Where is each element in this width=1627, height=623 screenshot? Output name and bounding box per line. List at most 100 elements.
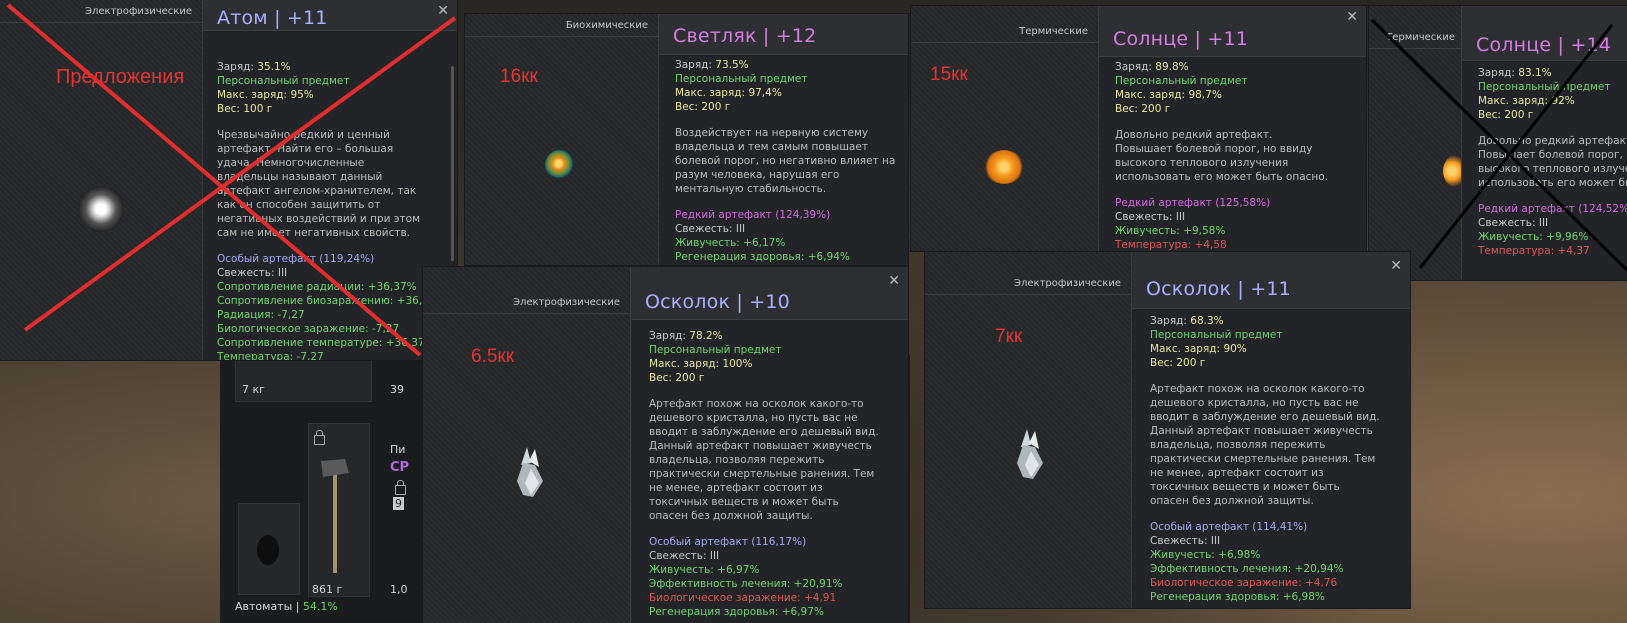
charge-value: 35.1%: [257, 61, 291, 73]
sun-artifact-icon[interactable]: [984, 150, 1024, 184]
artifact-title: Солнце | +11: [1113, 28, 1249, 50]
shard-artifact-icon[interactable]: [513, 445, 549, 505]
footer-label: Автоматы |: [235, 600, 300, 613]
artifact-details: Заряд: 83.1% Персональный предмет Макс. …: [1478, 66, 1627, 258]
artifact-info-panel: Солнце | +14 Заряд: 83.1% Персональный п…: [1461, 6, 1627, 280]
charge-label: Заряд:: [1478, 67, 1515, 79]
stat-line: Сопротивление биозаражению: +36,37%: [217, 295, 446, 307]
charge-value: 83.1%: [1518, 67, 1552, 79]
freshness-label: Свежесть: III: [1478, 217, 1549, 229]
artifact-preview: Электрофизические: [0, 0, 202, 360]
proposals-annotation: Предложения: [56, 66, 185, 88]
price-annotation: 16кк: [500, 66, 538, 87]
item-count: 1,0: [390, 583, 408, 596]
lock-icon: [314, 430, 325, 445]
artifact-title: Солнце | +14: [1476, 34, 1612, 56]
max-charge-value: 95%: [290, 89, 314, 101]
item-weight: 861 г: [312, 583, 343, 596]
max-charge-label: Макс. заряд:: [1115, 89, 1186, 101]
charge-value: 78.2%: [689, 330, 723, 342]
weight-label: Вес:: [1115, 103, 1138, 115]
item-tag: СР: [390, 460, 410, 475]
stat-line: Эффективность лечения: +20,94%: [1150, 563, 1344, 575]
artifact-info-panel: Осколок | +10 ✕ Заряд: 78.2% Персональны…: [630, 267, 908, 623]
artifact-details: Заряд: 78.2% Персональный предмет Макс. …: [649, 329, 898, 619]
artifact-title: Осколок | +11: [1146, 278, 1291, 300]
artifact-preview: Электрофизические: [925, 252, 1131, 608]
artifact-title: Осколок | +10: [645, 291, 790, 313]
rarity-label: Особый артефакт (114,41%): [1150, 521, 1308, 533]
weight-label: Вес:: [217, 103, 240, 115]
artifact-description: Артефакт похож на осколок какого-то деше…: [1150, 383, 1380, 507]
item-tag: Пи: [390, 443, 406, 456]
close-icon[interactable]: ✕: [1390, 258, 1402, 274]
max-charge-label: Макс. заряд:: [217, 89, 288, 101]
weight-value: 200 г: [1176, 357, 1206, 369]
weight-value: 200 г: [701, 101, 731, 113]
item-badge: 9: [393, 497, 404, 510]
lock-icon: [395, 480, 406, 495]
max-charge-label: Макс. заряд:: [649, 358, 720, 370]
personal-item-label: Персональный предмет: [675, 73, 808, 85]
artifact-description: Воздействует на нервную систему владельц…: [675, 127, 896, 195]
artifact-card-shard-10: Электрофизические Осколок | +10 ✕ Заряд:…: [423, 267, 908, 623]
charge-value: 68.3%: [1190, 315, 1224, 327]
stat-line: Температура: -7,27: [217, 351, 324, 360]
stat-line: Живучесть: +6,98%: [1150, 549, 1261, 561]
stat-line: Температура: +4,58: [1115, 239, 1227, 251]
artifact-info-panel: Светляк | +12 Заряд: 73.5% Персональный …: [658, 14, 908, 265]
max-charge-label: Макс. заряд:: [1150, 343, 1221, 355]
stat-line: Биологическое заражение: +4,76: [1150, 577, 1338, 589]
category-label: Термические: [1019, 26, 1088, 37]
charge-value: 89.8%: [1155, 61, 1189, 73]
stat-line: Живучесть: +6,17%: [675, 237, 786, 249]
stat-line: Пси-излучение: +4,47: [675, 264, 898, 265]
freshness-label: Свежесть: III: [1115, 211, 1186, 223]
artifact-details: Заряд: 73.5% Персональный предмет Макс. …: [675, 58, 898, 265]
max-charge-value: 92%: [1551, 95, 1575, 107]
freshness-label: Свежесть: III: [1150, 535, 1221, 547]
charge-label: Заряд:: [1150, 315, 1187, 327]
axe-icon: [321, 459, 349, 573]
category-label: Электрофизические: [1014, 278, 1121, 289]
svetlyak-artifact-icon[interactable]: [545, 150, 575, 180]
shard-artifact-icon[interactable]: [1013, 427, 1049, 487]
close-icon[interactable]: ✕: [888, 273, 900, 289]
artifact-description: Артефакт похож на осколок какого-то деше…: [649, 398, 879, 522]
weight-value: 200 г: [1141, 103, 1171, 115]
rarity-label: Особый артефакт (119,24%): [217, 253, 375, 265]
stat-line: Живучесть: +9,58%: [1115, 225, 1226, 237]
item-count: 39: [390, 383, 404, 396]
weight-label: Вес:: [1150, 357, 1173, 369]
artifact-info-panel: Осколок | +11 ✕ Заряд: 68.3% Персональны…: [1131, 252, 1410, 608]
stat-line: Радиация: -7,27: [217, 309, 305, 321]
atom-artifact-icon[interactable]: [78, 186, 124, 232]
category-label: Электрофизические: [513, 297, 620, 308]
rarity-label: Редкий артефакт (124,39%): [675, 209, 831, 221]
artifact-card-shard-11: Электрофизические Осколок | +11 ✕ Заряд:…: [925, 252, 1410, 608]
stat-line: Эффективность лечения: +20,91%: [649, 578, 843, 590]
max-charge-value: 100%: [722, 358, 753, 370]
stat-line: Биологическое заражение: -7,27: [217, 323, 400, 335]
weight-value: 200 г: [1504, 109, 1534, 121]
max-charge-label: Макс. заряд:: [1478, 95, 1549, 107]
close-icon[interactable]: ✕: [1346, 9, 1358, 25]
weight-label: Вес:: [649, 372, 672, 384]
close-icon[interactable]: ✕: [437, 3, 449, 19]
item-weight: 7 кг: [242, 383, 265, 396]
artifact-card-atom: Электрофизические Атом | +11 ✕ Заряд: 35…: [0, 0, 457, 360]
scrollbar[interactable]: [451, 66, 454, 261]
artifact-details: Заряд: 68.3% Персональный предмет Макс. …: [1150, 314, 1400, 604]
personal-item-label: Персональный предмет: [1115, 75, 1248, 87]
freshness-label: Свежесть: III: [675, 223, 746, 235]
category-label: Термические: [1386, 32, 1455, 43]
artifact-title: Атом | +11: [217, 7, 328, 29]
max-charge-label: Макс. заряд:: [675, 87, 746, 99]
pouch-icon: [257, 535, 279, 565]
price-annotation: 6.5кк: [471, 346, 515, 367]
category-label: Биохимические: [565, 20, 648, 31]
rarity-label: Особый артефакт (116,17%): [649, 536, 807, 548]
artifact-card-sun-11: Термические Солнце | +11 ✕ Заряд: 89.8% …: [911, 6, 1366, 251]
weight-label: Вес:: [1478, 109, 1501, 121]
rarity-label: Редкий артефакт (125,58%): [1115, 197, 1271, 209]
